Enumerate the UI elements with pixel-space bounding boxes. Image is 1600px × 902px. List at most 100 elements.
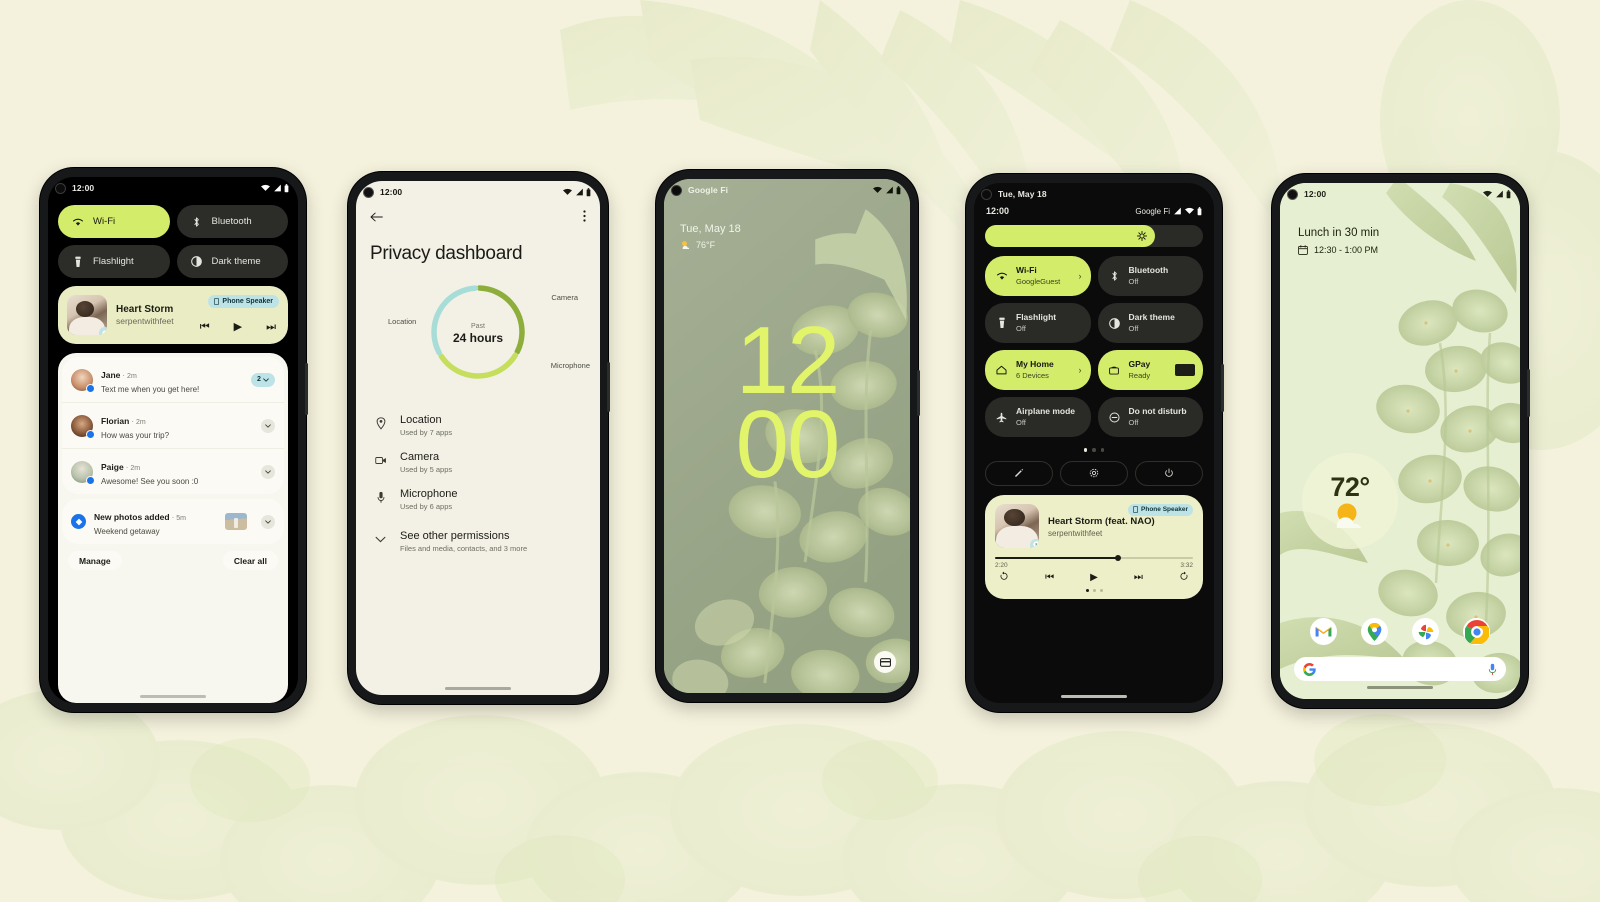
notification-header: New photos added · 5m — [94, 512, 186, 522]
weather-widget[interactable]: 72° — [1302, 453, 1398, 549]
chevron-right-icon[interactable]: › — [1079, 271, 1082, 281]
phone5-screen: 12:00 Lunch in 30 min 12:30 - 1:00 PM 72… — [1280, 183, 1520, 699]
settings-button[interactable] — [1060, 460, 1128, 486]
qs-tile-label: Airplane mode — [1016, 406, 1076, 417]
battery-icon — [1506, 189, 1511, 198]
brightness-icon — [1137, 231, 1147, 241]
notification-body: Paige · 2m Awesome! See you soon :0 — [101, 457, 253, 486]
output-device-chip[interactable]: Phone Speaker — [208, 295, 279, 308]
wallet-shortcut-button[interactable] — [874, 651, 896, 673]
home-indicator[interactable] — [445, 687, 511, 690]
clear-all-button[interactable]: Clear all — [222, 551, 278, 570]
list-item-microphone[interactable]: Microphone Used by 6 apps — [356, 481, 600, 518]
quick-tile-dark-theme[interactable]: Dark theme — [176, 245, 288, 278]
replay-5-icon[interactable] — [999, 571, 1009, 584]
list-item-location[interactable]: Location Used by 7 apps — [356, 407, 600, 444]
notification-expand[interactable] — [261, 514, 275, 529]
weather-temperature: 72° — [1330, 471, 1370, 502]
media-player-card[interactable]: Heart Storm serpentwithfeet Phone Speake… — [58, 286, 288, 344]
qs-tile-text: Do not disturb Off — [1129, 406, 1187, 427]
list-item[interactable]: New photos added · 5m Weekend getaway — [62, 499, 284, 544]
media-times: 2:20 3:32 — [995, 562, 1193, 569]
payment-card-thumbnail — [1175, 364, 1195, 376]
app-icon-chrome[interactable] — [1463, 618, 1490, 645]
home-indicator[interactable] — [1367, 686, 1433, 689]
status-icons — [1483, 189, 1511, 199]
play-icon[interactable]: ▶ — [1090, 572, 1098, 583]
phone4-status-bar: Tue, May 18 — [974, 183, 1214, 205]
power-button[interactable] — [1135, 460, 1203, 486]
play-icon[interactable]: ▶ — [234, 322, 242, 333]
home-indicator[interactable] — [1061, 695, 1127, 698]
phone-notification-shade: 12:00 Wi-Fi Bluetooth Flashlight Dark th… — [40, 168, 308, 712]
app-icon-gmail[interactable] — [1310, 618, 1337, 645]
photos-notification-group: New photos added · 5m Weekend getaway — [62, 499, 284, 544]
dock-app-row — [1280, 618, 1520, 645]
edit-tiles-button[interactable] — [985, 460, 1053, 486]
phone1-screen: 12:00 Wi-Fi Bluetooth Flashlight Dark th… — [48, 177, 298, 703]
at-a-glance-widget[interactable]: Lunch in 30 min 12:30 - 1:00 PM — [1298, 227, 1379, 255]
flashlight-icon — [71, 255, 84, 268]
media-page-indicator[interactable] — [995, 588, 1193, 592]
album-art — [67, 295, 107, 335]
list-item[interactable]: Paige · 2m Awesome! See you soon :0 — [62, 448, 284, 494]
list-item[interactable]: Jane · 2m Text me when you get here! 2 — [62, 357, 284, 402]
notification-subtitle: Weekend getaway — [94, 527, 160, 536]
media-player-card[interactable]: Phone Speaker Heart Storm (feat. NAO) se… — [985, 494, 1203, 599]
quick-tile-bluetooth[interactable]: Bluetooth — [176, 205, 288, 238]
media-seek-bar[interactable] — [995, 554, 1193, 561]
previous-icon[interactable]: ⏮ — [1045, 572, 1054, 583]
permission-sub: Files and media, contacts, and 3 more — [400, 544, 528, 553]
notification-sender: Paige — [101, 462, 124, 472]
list-item-camera[interactable]: Camera Used by 5 apps — [356, 444, 600, 481]
brightness-slider[interactable] — [985, 225, 1203, 247]
microphone-icon[interactable] — [1488, 663, 1497, 676]
app-icon-maps[interactable] — [1361, 618, 1388, 645]
chevron-right-icon[interactable]: › — [1079, 365, 1082, 375]
google-search-bar[interactable] — [1294, 657, 1506, 681]
notification-time: 2m — [136, 419, 146, 426]
list-item-see-other-permissions[interactable]: See other permissions Files and media, c… — [356, 518, 600, 560]
at-a-glance-time-row: 12:30 - 1:00 PM — [1298, 245, 1379, 255]
next-icon[interactable]: ⏭ — [1134, 572, 1143, 583]
qs-tile-gpay[interactable]: GPay Ready — [1097, 350, 1203, 390]
seek-knob[interactable] — [1114, 554, 1121, 561]
notification-expand-count[interactable]: 2 — [251, 372, 275, 387]
back-arrow-icon[interactable] — [370, 209, 383, 227]
qs-tile-flashlight[interactable]: Flashlight Off — [985, 303, 1091, 343]
qs-tile-sub: 6 Devices — [1016, 370, 1049, 380]
output-device-chip[interactable]: Phone Speaker — [1128, 503, 1193, 516]
notification-expand[interactable] — [261, 418, 275, 433]
qs-tile-dark-theme[interactable]: Dark theme Off — [1097, 303, 1203, 343]
notification-time: 5m — [176, 515, 186, 522]
notification-expand[interactable] — [261, 464, 275, 479]
qs-tile-wifi[interactable]: Wi-Fi GoogleGuest › — [985, 256, 1091, 296]
qs-tile-do-not-disturb[interactable]: Do not disturb Off — [1097, 397, 1203, 437]
qs-tile-bluetooth[interactable]: Bluetooth Off — [1097, 256, 1203, 296]
wifi-icon — [1185, 207, 1194, 214]
forward-30-icon[interactable] — [1179, 571, 1189, 584]
quick-tile-flashlight[interactable]: Flashlight — [58, 245, 170, 278]
notification-header: Florian · 2m — [101, 416, 146, 426]
more-vert-icon[interactable] — [583, 209, 586, 227]
qs-tile-text: GPay Ready — [1129, 359, 1151, 380]
home-indicator[interactable] — [140, 695, 206, 698]
quick-tile-label: Flashlight — [93, 256, 134, 267]
quick-tile-label: Dark theme — [211, 256, 261, 267]
home-icon — [995, 364, 1008, 377]
permission-sub: Used by 6 apps — [400, 502, 453, 511]
app-icon-photos[interactable] — [1412, 618, 1439, 645]
location-pin-icon — [374, 416, 387, 431]
manage-button[interactable]: Manage — [68, 551, 122, 570]
list-item[interactable]: Florian · 2m How was your trip? — [62, 402, 284, 448]
notification-header: Jane · 2m — [101, 370, 137, 380]
lockscreen-weather: 76°F — [680, 240, 741, 250]
previous-icon[interactable]: ⏮ — [200, 322, 210, 333]
qs-tile-airplane-mode[interactable]: Airplane mode Off — [985, 397, 1091, 437]
status-time: 12:00 — [1304, 189, 1327, 199]
quick-tile-wifi[interactable]: Wi-Fi — [58, 205, 170, 238]
quick-tile-label: Bluetooth — [211, 216, 252, 227]
maps-icon — [1367, 622, 1382, 641]
next-icon[interactable]: ⏭ — [266, 322, 276, 333]
qs-tile-my-home[interactable]: My Home 6 Devices › — [985, 350, 1091, 390]
